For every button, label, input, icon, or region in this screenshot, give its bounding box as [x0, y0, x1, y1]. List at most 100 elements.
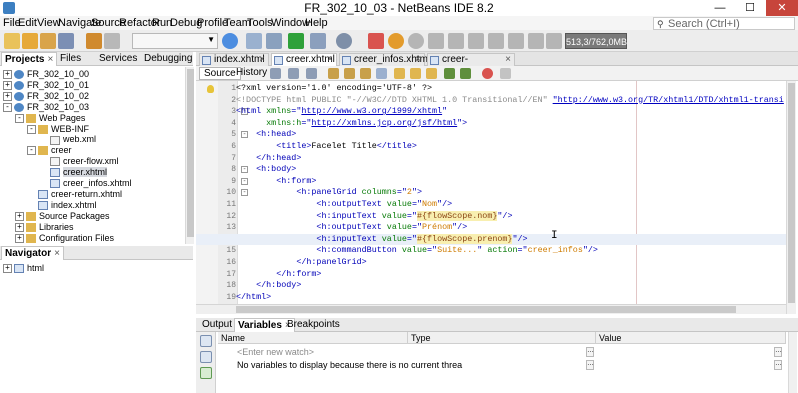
code-line[interactable]: <h:panelGrid columns="2">	[196, 187, 786, 199]
apply-code-changes-icon[interactable]	[508, 33, 524, 49]
clean-build-icon[interactable]	[266, 33, 282, 49]
memory-indicator[interactable]: 513,3/762,0MB	[565, 33, 627, 49]
code-line[interactable]: <h:head>	[196, 129, 786, 141]
tree-node[interactable]: + FR_302_10_00	[3, 69, 89, 80]
stop-macro-icon[interactable]	[500, 68, 511, 79]
expand-icon[interactable]: +	[15, 222, 24, 232]
show-static-icon[interactable]	[200, 351, 212, 363]
tree-node[interactable]: creer.xhtml	[39, 167, 108, 178]
next-bookmark-icon[interactable]	[410, 68, 421, 79]
new-watch-field[interactable]: <Enter new watch>	[237, 346, 314, 358]
close-icon[interactable]: ×	[54, 248, 60, 259]
save-all-icon[interactable]	[58, 33, 74, 49]
more-button[interactable]: …	[774, 347, 782, 357]
history-view-button[interactable]: History	[232, 67, 271, 80]
code-line[interactable]: </h:body>	[196, 280, 786, 292]
undo-icon[interactable]	[86, 33, 102, 49]
tab-services[interactable]: Services	[96, 52, 140, 66]
scrollbar-thumb[interactable]	[236, 306, 736, 313]
back-icon[interactable]	[288, 68, 299, 79]
shift-right-icon[interactable]	[460, 68, 471, 79]
tree-node[interactable]: + FR_302_10_01	[3, 80, 89, 91]
code-line[interactable]: </html>	[196, 292, 786, 304]
step-out-icon[interactable]	[468, 33, 484, 49]
find-previous-icon[interactable]	[328, 68, 339, 79]
code-line[interactable]: </h:panelGrid>	[196, 257, 786, 269]
navigator-node-html[interactable]: + html	[3, 263, 44, 274]
scrollbar-thumb[interactable]	[788, 83, 795, 303]
collapse-icon[interactable]: -	[27, 124, 36, 134]
take-snapshot-icon[interactable]	[528, 33, 544, 49]
expand-icon[interactable]: +	[15, 233, 24, 243]
tree-node[interactable]: + FR_302_10_02	[3, 91, 89, 102]
code-line[interactable]: xmlns:h="http://xmlns.jcp.org/jsf/html">	[196, 118, 786, 130]
tab-creer-return-xhtml[interactable]: creer-return.xhtml×	[427, 53, 515, 77]
code-line[interactable]: <h:outputText value="Nom"/>	[196, 199, 786, 211]
code-line[interactable]: <h:inputText value="#{flowScope.prenom}"…	[196, 233, 786, 246]
forward-icon[interactable]	[306, 68, 317, 79]
run-project-icon[interactable]	[288, 33, 304, 49]
tab-files[interactable]: Files	[57, 52, 84, 66]
code-line[interactable]: <h:form>	[196, 176, 786, 188]
expand-icon[interactable]: +	[3, 91, 12, 101]
stop-icon[interactable]	[368, 33, 384, 49]
previous-bookmark-icon[interactable]	[394, 68, 405, 79]
tree-node[interactable]: index.xhtml	[27, 200, 97, 211]
find-next-icon[interactable]	[344, 68, 355, 79]
editor-horizontal-scrollbar[interactable]	[196, 304, 786, 314]
shift-left-icon[interactable]	[444, 68, 455, 79]
tree-node[interactable]: + Libraries	[15, 222, 74, 233]
browser-icon[interactable]	[222, 33, 238, 49]
toggle-rectangle-selection-icon[interactable]	[376, 68, 387, 79]
tree-node[interactable]: - creer	[27, 145, 72, 156]
show-inherited-icon[interactable]	[200, 367, 212, 379]
code-line[interactable]: <h:body>	[196, 164, 786, 176]
toggle-highlight-icon[interactable]	[360, 68, 371, 79]
continue-icon[interactable]	[408, 33, 424, 49]
open-project-icon[interactable]	[40, 33, 56, 49]
tree-node[interactable]: creer-flow.xml	[39, 156, 119, 167]
close-icon[interactable]: ×	[505, 54, 511, 66]
tree-node[interactable]: - Web Pages	[15, 113, 85, 124]
code-line[interactable]: <h:inputText value="#{flowScope.nom}"/>	[196, 210, 786, 223]
scrollbar-thumb[interactable]	[187, 69, 194, 237]
column-header-name[interactable]: Name	[218, 332, 408, 344]
expand-icon[interactable]: +	[3, 81, 12, 91]
toggle-bookmark-icon[interactable]	[426, 68, 437, 79]
new-file-icon[interactable]	[4, 33, 20, 49]
collapse-icon[interactable]: -	[3, 102, 12, 112]
tree-node[interactable]: - FR_302_10_03	[3, 102, 89, 113]
code-line[interactable]: <?xml version='1.0' encoding='UTF-8' ?>	[196, 83, 786, 95]
code-line[interactable]: </h:head>	[196, 153, 786, 165]
redo-icon[interactable]	[104, 33, 120, 49]
code-line[interactable]: <h:commandButton value="Suite..." action…	[196, 245, 786, 257]
code-line[interactable]: </h:form>	[196, 269, 786, 281]
more-button[interactable]: …	[774, 360, 782, 370]
code-line[interactable]: <!DOCTYPE html PUBLIC "-//W3C//DTD XHTML…	[196, 95, 786, 107]
tree-node[interactable]: + Source Packages	[15, 211, 110, 222]
tab-index-xhtml[interactable]: index.xhtml ×	[199, 53, 269, 66]
close-window-button[interactable]: ✕	[766, 0, 798, 16]
tree-node[interactable]: + Configuration Files	[15, 233, 114, 244]
code-editor[interactable]: 1 <?xml version='1.0' encoding='UTF-8' ?>…	[196, 81, 786, 304]
minimize-button[interactable]: —	[706, 0, 734, 16]
tree-node[interactable]: - WEB-INF	[27, 124, 89, 135]
menu-help[interactable]: Help	[305, 17, 328, 29]
pause-icon[interactable]	[388, 33, 404, 49]
tab-creer-infos-xhtml[interactable]: creer_infos.xhtml ×	[339, 53, 430, 66]
collapse-icon[interactable]: -	[15, 113, 24, 123]
tab-navigator[interactable]: Navigator ×	[1, 246, 64, 260]
tab-output[interactable]: Output	[199, 318, 235, 332]
expand-icon[interactable]: +	[3, 264, 12, 274]
code-line[interactable]: <html xmlns="http://www.w3.org/1999/xhtm…	[196, 106, 786, 118]
step-over-icon[interactable]	[428, 33, 444, 49]
column-header-type[interactable]: Type	[408, 332, 596, 344]
code-line[interactable]: <h:outputText value="Prénom"/>	[196, 222, 786, 234]
tab-debugging[interactable]: Debugging	[141, 52, 195, 66]
more-button[interactable]: …	[586, 360, 594, 370]
tab-breakpoints[interactable]: Breakpoints	[284, 318, 343, 332]
menu-edit[interactable]: Edit	[18, 17, 37, 29]
build-icon[interactable]	[246, 33, 262, 49]
tree-node[interactable]: creer-return.xhtml	[27, 189, 122, 200]
close-icon[interactable]: ×	[47, 54, 53, 65]
